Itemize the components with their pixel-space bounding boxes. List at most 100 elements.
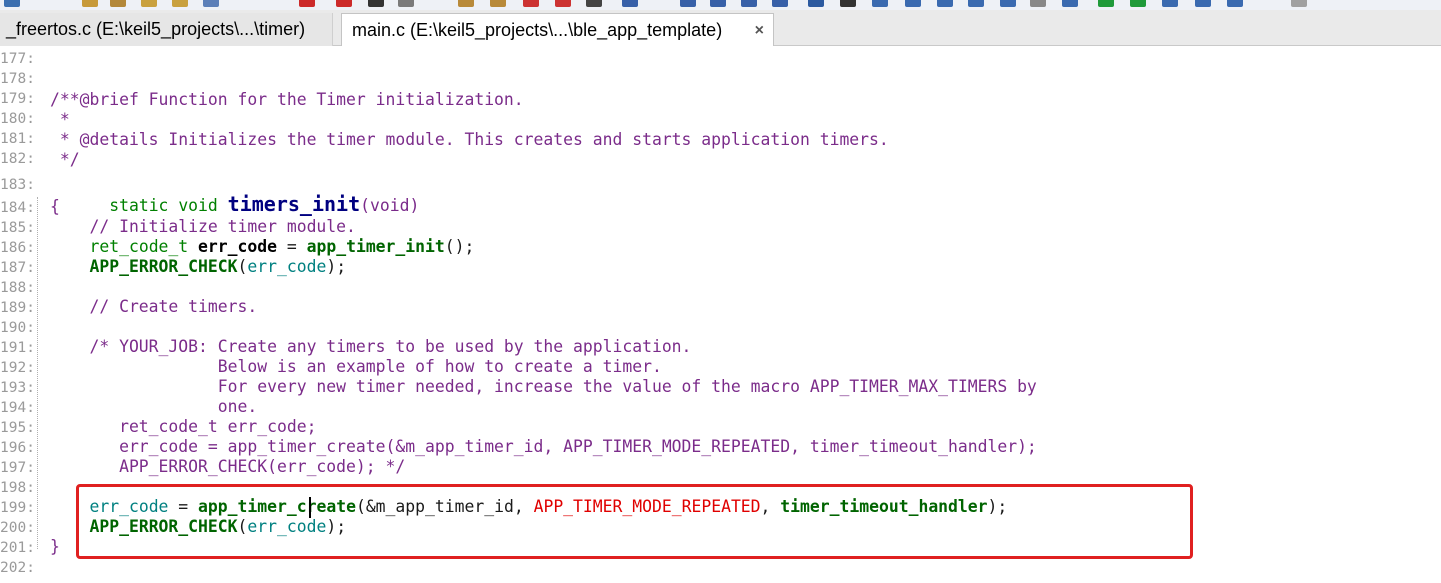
toolbar-registers-icon[interactable] xyxy=(937,0,953,7)
toolbar-find-icon[interactable] xyxy=(398,0,414,7)
code-line-195: ret_code_t err_code; xyxy=(50,417,317,436)
toolbar-save-all-icon[interactable] xyxy=(141,0,157,7)
macro-constant: APP_TIMER_MODE_REPEATED xyxy=(533,497,761,516)
code-line-196: err_code = app_timer_create(&m_app_timer… xyxy=(50,437,1037,456)
toolbar-watch-icon[interactable] xyxy=(872,0,888,7)
code-line-187: APP_ERROR_CHECK(err_code); xyxy=(89,257,347,276)
toolbar-flash-icon[interactable] xyxy=(1227,0,1243,7)
toolbar-step-back-icon[interactable] xyxy=(299,0,315,7)
variable: err_code xyxy=(89,497,169,516)
line-number: 186: xyxy=(0,240,35,256)
toolbar-indent-icon[interactable] xyxy=(203,0,219,7)
line-number: 180: xyxy=(0,111,35,127)
toolbar-window1-icon[interactable] xyxy=(622,0,638,7)
line-number: 195: xyxy=(0,420,35,436)
function-call: APP_ERROR_CHECK xyxy=(89,517,238,536)
line-number: 191: xyxy=(0,340,35,356)
handler-name: timer_timeout_handler xyxy=(780,497,988,516)
line-number: 177: xyxy=(0,51,35,67)
keyword: static xyxy=(109,196,169,215)
toolbar-translate-icon[interactable] xyxy=(523,0,539,7)
code-line-185: // Initialize timer module. xyxy=(50,217,356,236)
toolbar xyxy=(0,0,1441,10)
function-call: APP_ERROR_CHECK xyxy=(89,257,238,276)
line-number: 181: xyxy=(0,131,35,147)
code-line-179: /**@brief Function for the Timer initial… xyxy=(50,90,524,109)
line-number: 179: xyxy=(0,91,35,107)
toolbar-save-icon[interactable] xyxy=(110,0,126,7)
toolbar-step-forward-icon[interactable] xyxy=(336,0,352,7)
code-line-182: */ xyxy=(50,150,80,169)
variable-decl: err_code xyxy=(198,237,277,256)
line-number: 198: xyxy=(0,480,35,496)
code-line-197: APP_ERROR_CHECK(err_code); */ xyxy=(50,457,406,476)
toolbar-open-icon[interactable] xyxy=(82,0,98,7)
code-line-199: err_code = app_timer_create(&m_app_timer… xyxy=(89,497,1008,516)
toolbar-analysis-icon[interactable] xyxy=(1062,0,1078,7)
toolbar-window4-icon[interactable] xyxy=(741,0,757,7)
code-line-193: For every new timer needed, increase the… xyxy=(50,377,1037,396)
toolbar-stop-icon[interactable] xyxy=(368,0,384,7)
line-number: 188: xyxy=(0,280,35,296)
line-number: 193: xyxy=(0,380,35,396)
toolbar-debug-icon[interactable] xyxy=(808,0,824,7)
toolbar-build-icon[interactable] xyxy=(458,0,474,7)
toolbar-settings-icon[interactable] xyxy=(1291,0,1307,7)
toolbar-config-icon[interactable] xyxy=(1195,0,1211,7)
code-line-194: one. xyxy=(50,397,258,416)
code-area[interactable]: /**@brief Function for the Timer initial… xyxy=(50,47,1430,583)
toolbar-system-viewer-icon[interactable] xyxy=(1130,0,1146,7)
line-number: 194: xyxy=(0,400,35,416)
line-number: 202: xyxy=(0,560,35,576)
fold-margin xyxy=(37,47,45,583)
toolbar-undo-icon[interactable] xyxy=(4,0,20,7)
code-line-191: /* YOUR_JOB: Create any timers to be use… xyxy=(50,337,692,356)
toolbar-call-stack-icon[interactable] xyxy=(968,0,984,7)
code-line-189: // Create timers. xyxy=(50,297,258,316)
code-line-184: { xyxy=(50,197,60,216)
toolbar-window5-icon[interactable] xyxy=(772,0,788,7)
keyword: void xyxy=(178,196,218,215)
toolbar-rebuild-icon[interactable] xyxy=(490,0,506,7)
toolbar-periph-icon[interactable] xyxy=(1000,0,1016,7)
tab-label: main.c (E:\keil5_projects\...\ble_app_te… xyxy=(352,20,723,40)
line-number: 200: xyxy=(0,520,35,536)
line-number: 201: xyxy=(0,540,35,556)
function-name: timers_init xyxy=(227,192,361,216)
function-call: app_timer_init xyxy=(306,237,445,256)
toolbar-target-options-icon[interactable] xyxy=(586,0,602,7)
tab-freertos-c[interactable]: _freertos.c (E:\keil5_projects\...\timer… xyxy=(0,13,333,46)
line-number: 190: xyxy=(0,320,35,336)
toolbar-toolbox-icon[interactable] xyxy=(1162,0,1178,7)
toolbar-run-icon[interactable] xyxy=(840,0,856,7)
toolbar-window3-icon[interactable] xyxy=(710,0,726,7)
toolbar-serial-icon[interactable] xyxy=(1030,0,1046,7)
line-number: 182: xyxy=(0,151,35,167)
variable: err_code xyxy=(247,257,327,276)
tab-main-c[interactable]: main.c (E:\keil5_projects\...\ble_app_te… xyxy=(341,13,774,46)
toolbar-download-icon[interactable] xyxy=(555,0,571,7)
toolbar-window2-icon[interactable] xyxy=(680,0,696,7)
line-number: 189: xyxy=(0,300,35,316)
toolbar-trace-icon[interactable] xyxy=(1098,0,1114,7)
code-line-180: * xyxy=(50,110,70,129)
line-number: 197: xyxy=(0,460,35,476)
code-editor[interactable]: 177: 178: 179: 180: 181: 182: 183: 184: … xyxy=(0,47,1441,583)
type-name: ret_code_t xyxy=(89,237,189,256)
variable: err_code xyxy=(247,517,327,536)
line-number: 184: xyxy=(0,200,35,216)
code-line-192: Below is an example of how to create a t… xyxy=(50,357,662,376)
block-guide xyxy=(37,197,38,549)
function-call: app_timer_create xyxy=(198,497,356,516)
toolbar-bookmark-icon[interactable] xyxy=(172,0,188,7)
line-number-gutter: 177: 178: 179: 180: 181: 182: 183: 184: … xyxy=(0,47,35,583)
tab-label: _freertos.c (E:\keil5_projects\...\timer… xyxy=(6,19,306,39)
code-line-200: APP_ERROR_CHECK(err_code); xyxy=(89,517,347,536)
close-tab-icon[interactable]: × xyxy=(755,14,764,47)
toolbar-memory-icon[interactable] xyxy=(905,0,921,7)
line-number: 192: xyxy=(0,360,35,376)
code-line-186: ret_code_t err_code = app_timer_init(); xyxy=(89,237,475,256)
line-number: 178: xyxy=(0,71,35,87)
line-number: 187: xyxy=(0,260,35,276)
text-cursor xyxy=(309,497,311,518)
